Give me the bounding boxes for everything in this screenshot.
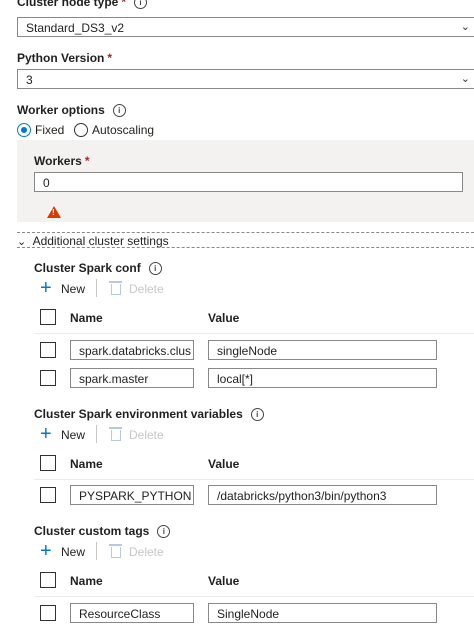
- delete-label: Delete: [129, 282, 164, 296]
- spark-conf-value-input[interactable]: singleNode: [208, 340, 437, 360]
- radio-fixed-label: Fixed: [35, 123, 65, 137]
- spark-conf-new-button[interactable]: + New: [40, 277, 90, 299]
- python-version-label-text: Python Version: [17, 51, 105, 65]
- radio-autoscaling-label: Autoscaling: [92, 123, 155, 137]
- select-all-checkbox[interactable]: [40, 309, 56, 325]
- new-label: New: [61, 545, 86, 559]
- column-header-value: Value: [208, 457, 240, 471]
- warning-icon: !: [47, 206, 61, 218]
- delete-label: Delete: [129, 545, 164, 559]
- toolbar-separator: [96, 542, 97, 560]
- section-divider-top: [17, 232, 474, 233]
- trash-icon: [109, 544, 122, 558]
- required-asterisk: *: [121, 0, 127, 9]
- env-vars-delete-button[interactable]: Delete: [109, 427, 165, 443]
- info-icon[interactable]: i: [157, 525, 171, 538]
- chevron-down-icon: ⌄: [460, 73, 470, 85]
- toolbar-separator: [96, 425, 97, 443]
- radio-autoscaling[interactable]: [74, 123, 88, 137]
- row-checkbox[interactable]: [40, 342, 56, 358]
- node-type-label: Cluster node type * i: [17, 0, 148, 9]
- trash-icon: [109, 427, 122, 441]
- column-header-value: Value: [208, 311, 240, 325]
- delete-label: Delete: [129, 428, 164, 442]
- required-asterisk: *: [107, 51, 113, 65]
- workers-label-text: Workers: [34, 154, 82, 168]
- python-version-label: Python Version *: [17, 51, 112, 65]
- env-vars-title-text: Cluster Spark environment variables: [34, 407, 243, 421]
- new-label: New: [61, 428, 86, 442]
- select-all-checkbox[interactable]: [40, 455, 56, 471]
- column-header-name: Name: [70, 457, 103, 471]
- required-asterisk: *: [84, 154, 90, 168]
- plus-icon: +: [40, 423, 52, 445]
- worker-options-label-text: Worker options: [17, 103, 105, 117]
- info-icon[interactable]: i: [112, 104, 126, 117]
- row-checkbox[interactable]: [40, 370, 56, 386]
- custom-tags-delete-button[interactable]: Delete: [109, 544, 165, 560]
- workers-label: Workers *: [34, 154, 89, 168]
- spark-conf-name-input[interactable]: spark.databricks.clus: [70, 340, 194, 360]
- spark-conf-value-input[interactable]: local[*]: [208, 368, 437, 388]
- env-vars-new-button[interactable]: + New: [40, 423, 90, 445]
- env-var-value-input[interactable]: /databricks/python3/bin/python3: [208, 485, 437, 505]
- spark-conf-title: Cluster Spark conf i: [34, 261, 162, 275]
- row-checkbox[interactable]: [40, 605, 56, 621]
- workers-input[interactable]: 0: [34, 172, 463, 192]
- env-vars-title: Cluster Spark environment variables i: [34, 407, 264, 421]
- new-label: New: [61, 282, 86, 296]
- node-type-select[interactable]: Standard_DS3_v2 ⌄: [17, 17, 474, 37]
- column-header-value: Value: [208, 574, 240, 588]
- worker-options-label: Worker options i: [17, 103, 126, 117]
- python-version-select[interactable]: 3 ⌄: [17, 69, 474, 89]
- custom-tag-value-input[interactable]: SingleNode: [208, 603, 437, 623]
- info-icon[interactable]: i: [134, 0, 148, 9]
- column-header-name: Name: [70, 311, 103, 325]
- spark-conf-delete-button[interactable]: Delete: [109, 281, 165, 297]
- custom-tags-title-text: Cluster custom tags: [34, 524, 150, 538]
- row-checkbox[interactable]: [40, 487, 56, 503]
- row-divider: [34, 479, 474, 480]
- row-divider: [34, 596, 474, 597]
- custom-tags-new-button[interactable]: + New: [40, 540, 90, 562]
- plus-icon: +: [40, 277, 52, 299]
- plus-icon: +: [40, 540, 52, 562]
- node-type-label-text: Cluster node type: [17, 0, 119, 9]
- node-type-value: Standard_DS3_v2: [26, 21, 125, 35]
- info-icon[interactable]: i: [148, 262, 162, 275]
- spark-conf-title-text: Cluster Spark conf: [34, 261, 141, 275]
- toolbar-separator: [96, 279, 97, 297]
- python-version-value: 3: [26, 73, 33, 87]
- radio-fixed[interactable]: [17, 123, 31, 137]
- info-icon[interactable]: i: [250, 408, 264, 421]
- additional-settings-toggle[interactable]: ⌄ Additional cluster settings: [17, 234, 169, 248]
- custom-tags-title: Cluster custom tags i: [34, 524, 171, 538]
- trash-icon: [109, 281, 122, 295]
- env-var-name-input[interactable]: PYSPARK_PYTHON: [70, 485, 194, 505]
- additional-settings-label: Additional cluster settings: [32, 234, 169, 248]
- row-divider: [34, 333, 474, 334]
- select-all-checkbox[interactable]: [40, 572, 56, 588]
- custom-tag-name-input[interactable]: ResourceClass: [70, 603, 194, 623]
- spark-conf-name-input[interactable]: spark.master: [70, 368, 194, 388]
- column-header-name: Name: [70, 574, 103, 588]
- chevron-down-icon: ⌄: [460, 21, 470, 33]
- section-divider-bottom: [17, 247, 474, 248]
